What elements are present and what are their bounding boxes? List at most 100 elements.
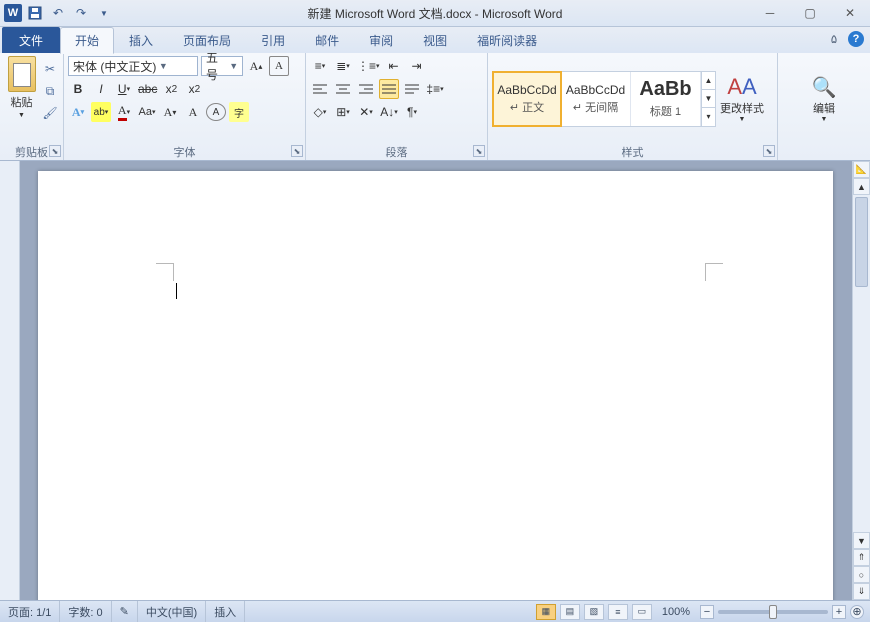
align-right-icon[interactable] bbox=[356, 79, 376, 99]
underline-button[interactable]: U▾ bbox=[114, 79, 134, 99]
style-normal[interactable]: AaBbCcDd ↵ 正文 bbox=[492, 71, 562, 127]
maximize-button[interactable]: ▢ bbox=[790, 0, 830, 26]
status-language[interactable]: 中文(中国) bbox=[138, 601, 206, 622]
decrease-indent-icon[interactable]: ⇤ bbox=[384, 56, 404, 76]
vertical-ruler[interactable] bbox=[0, 161, 20, 600]
paragraph-mark-icon[interactable]: ¶▾ bbox=[402, 102, 422, 122]
scroll-down-button[interactable]: ▼ bbox=[853, 532, 870, 549]
tab-file[interactable]: 文件 bbox=[2, 27, 60, 53]
italic-button[interactable]: I bbox=[91, 79, 111, 99]
format-painter-icon[interactable]: 🖌 bbox=[41, 104, 59, 122]
clear-formatting-icon[interactable]: A bbox=[183, 102, 203, 122]
scroll-up-button[interactable]: ▲ bbox=[853, 178, 870, 195]
minimize-button[interactable]: ─ bbox=[750, 0, 790, 26]
line-spacing-icon[interactable]: ‡≡▾ bbox=[425, 79, 445, 99]
zoom-fit-button[interactable]: ⊕ bbox=[850, 605, 864, 619]
page[interactable] bbox=[38, 171, 833, 600]
zoom-slider[interactable] bbox=[718, 610, 828, 614]
paragraph-launcher[interactable]: ⬊ bbox=[473, 145, 485, 157]
font-size-combo[interactable]: 五号▼ bbox=[201, 56, 243, 76]
increase-indent-icon[interactable]: ⇥ bbox=[407, 56, 427, 76]
font-launcher[interactable]: ⬊ bbox=[291, 145, 303, 157]
styles-launcher[interactable]: ⬊ bbox=[763, 145, 775, 157]
tab-mailings[interactable]: 邮件 bbox=[300, 27, 354, 53]
enclose-char-icon[interactable]: A bbox=[206, 103, 226, 121]
styles-scroll-down[interactable]: ▼ bbox=[702, 90, 715, 108]
bullets-icon[interactable]: ≡▾ bbox=[310, 56, 330, 76]
styles-scroll-up[interactable]: ▲ bbox=[702, 72, 715, 90]
zoom-thumb[interactable] bbox=[769, 605, 777, 619]
tab-view[interactable]: 视图 bbox=[408, 27, 462, 53]
zoom-percent[interactable]: 100% bbox=[662, 606, 690, 618]
superscript-button[interactable]: x2 bbox=[184, 79, 204, 99]
editing-label bbox=[778, 144, 870, 160]
borders-icon[interactable]: ⊞▾ bbox=[333, 102, 353, 122]
web-view[interactable]: ▧ bbox=[584, 604, 604, 620]
align-center-icon[interactable] bbox=[333, 79, 353, 99]
status-insert-mode[interactable]: 插入 bbox=[206, 601, 245, 622]
group-font: 宋体 (中文正文)▼ 五号▼ A▴ A B I U▾ abc x2 x2 A▾ … bbox=[64, 53, 306, 160]
outline-view[interactable]: ≡ bbox=[608, 604, 628, 620]
fullscreen-view[interactable]: ▤ bbox=[560, 604, 580, 620]
word-app-icon[interactable]: W bbox=[4, 4, 22, 22]
close-button[interactable]: ✕ bbox=[830, 0, 870, 26]
status-page[interactable]: 页面: 1/1 bbox=[0, 601, 60, 622]
align-left-icon[interactable] bbox=[310, 79, 330, 99]
tab-references[interactable]: 引用 bbox=[246, 27, 300, 53]
strikethrough-button[interactable]: abc bbox=[137, 79, 158, 99]
clipboard-launcher[interactable]: ⬊ bbox=[49, 145, 61, 157]
qat-dropdown-icon[interactable]: ▼ bbox=[94, 3, 114, 23]
distributed-icon[interactable] bbox=[402, 79, 422, 99]
highlight-icon[interactable]: ab▾ bbox=[91, 102, 111, 122]
paste-button[interactable]: 粘贴 ▼ bbox=[4, 56, 39, 119]
font-name-combo[interactable]: 宋体 (中文正文)▼ bbox=[68, 56, 198, 76]
zoom-in-button[interactable]: + bbox=[832, 605, 846, 619]
styles-expand[interactable]: ▾ bbox=[702, 108, 715, 125]
shading-icon[interactable]: ◇▾ bbox=[310, 102, 330, 122]
tab-home[interactable]: 开始 bbox=[60, 27, 114, 54]
tab-insert[interactable]: 插入 bbox=[114, 27, 168, 53]
minimize-ribbon-icon[interactable]: ۵ bbox=[826, 31, 842, 47]
margin-marker-tr bbox=[705, 263, 723, 281]
print-layout-view[interactable]: ▦ bbox=[536, 604, 556, 620]
undo-icon[interactable]: ↶ bbox=[48, 3, 68, 23]
numbering-icon[interactable]: ≣▾ bbox=[333, 56, 353, 76]
show-marks-icon[interactable]: A↓▾ bbox=[379, 102, 399, 122]
status-words[interactable]: 字数: 0 bbox=[60, 601, 111, 622]
cut-icon[interactable]: ✂ bbox=[41, 60, 59, 78]
zoom-out-button[interactable]: − bbox=[700, 605, 714, 619]
tab-layout[interactable]: 页面布局 bbox=[168, 27, 246, 53]
next-page-button[interactable]: ⇓ bbox=[853, 583, 870, 600]
tab-foxit[interactable]: 福昕阅读器 bbox=[462, 27, 552, 53]
bold-button[interactable]: B bbox=[68, 79, 88, 99]
ruler-toggle-icon[interactable]: 📐 bbox=[853, 161, 870, 178]
scroll-thumb[interactable] bbox=[855, 197, 868, 287]
prev-page-button[interactable]: ⇑ bbox=[853, 549, 870, 566]
vertical-scrollbar[interactable]: 📐 ▲ ▼ ⇑ ○ ⇓ bbox=[852, 161, 870, 600]
phonetic-guide-icon[interactable]: 字 bbox=[229, 102, 249, 122]
font-color-icon[interactable]: A▾ bbox=[114, 102, 134, 122]
redo-icon[interactable]: ↷ bbox=[71, 3, 91, 23]
draft-view[interactable]: ▭ bbox=[632, 604, 652, 620]
multilevel-list-icon[interactable]: ⋮≡▾ bbox=[356, 56, 381, 76]
justify-icon[interactable] bbox=[379, 79, 399, 99]
status-proofing[interactable]: ✎ bbox=[112, 601, 138, 622]
scroll-track[interactable] bbox=[853, 195, 870, 532]
style-heading1[interactable]: AaBb 标题 1 bbox=[631, 72, 701, 126]
document-scroll[interactable] bbox=[20, 161, 852, 600]
find-button[interactable]: 🔍 编辑 ▼ bbox=[805, 75, 843, 123]
sort-icon[interactable]: ✕▾ bbox=[356, 102, 376, 122]
copy-icon[interactable]: ⧉ bbox=[41, 82, 59, 100]
save-icon[interactable] bbox=[25, 3, 45, 23]
subscript-button[interactable]: x2 bbox=[161, 79, 181, 99]
help-icon[interactable]: ? bbox=[848, 31, 864, 47]
change-case-icon[interactable]: A bbox=[269, 56, 289, 76]
character-shading-icon[interactable]: Aa▾ bbox=[137, 102, 157, 122]
style-no-spacing[interactable]: AaBbCcDd ↵ 无间隔 bbox=[561, 72, 631, 126]
shrink-font-icon[interactable]: A▾ bbox=[160, 102, 180, 122]
tab-review[interactable]: 审阅 bbox=[354, 27, 408, 53]
grow-font-icon[interactable]: A▴ bbox=[246, 56, 266, 76]
select-browse-button[interactable]: ○ bbox=[853, 566, 870, 583]
text-effects-icon[interactable]: A▾ bbox=[68, 102, 88, 122]
change-styles-button[interactable]: AA 更改样式 ▼ bbox=[720, 74, 764, 123]
